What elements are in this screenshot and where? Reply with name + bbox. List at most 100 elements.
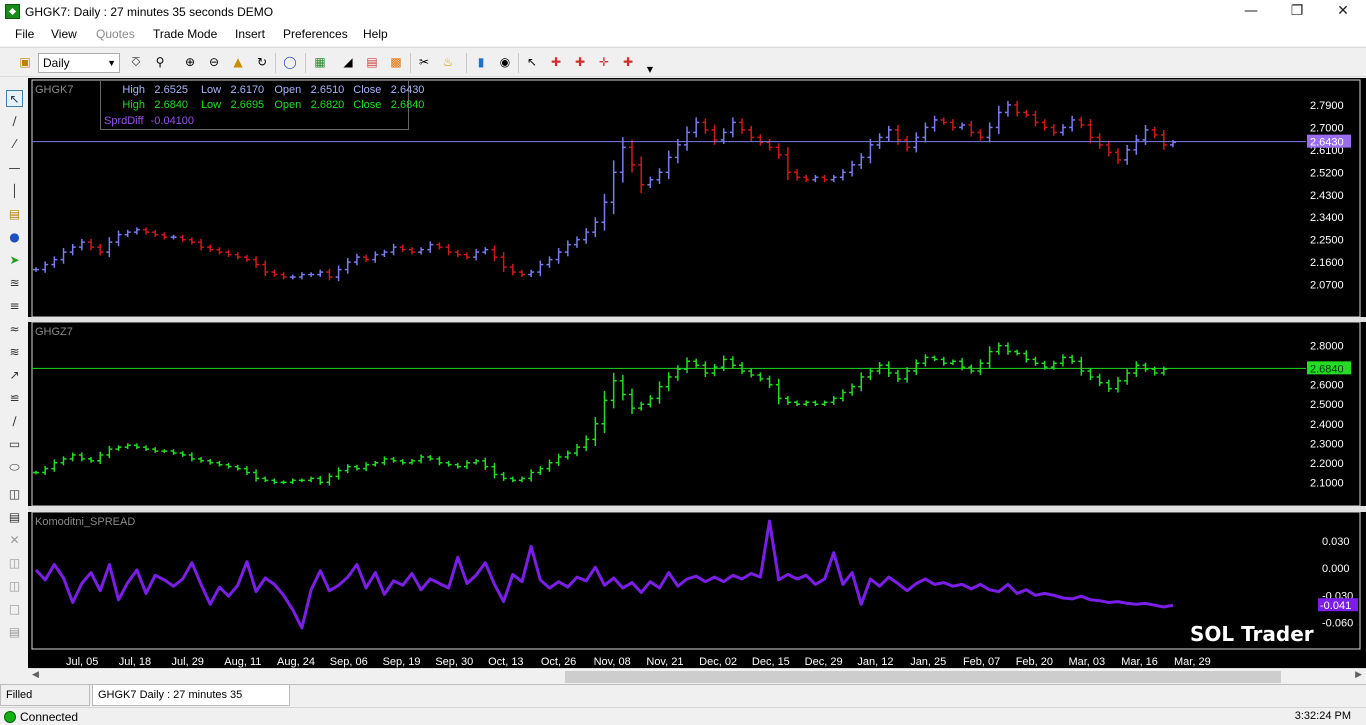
price-info-box: High 2.6525 Low 2.6170 Open 2.6510 Close… (100, 80, 424, 130)
select-tool-icon[interactable]: ↖ (6, 90, 23, 107)
info-open-value: 2.6820 (310, 99, 345, 111)
alert-bell-icon[interactable]: ♨ (440, 54, 456, 70)
properties-icon[interactable]: ▤ (6, 509, 23, 526)
y-tick-label: 2.2500 (1310, 235, 1344, 247)
menu-help[interactable]: Help (363, 27, 388, 41)
color-icon[interactable]: ▤ (364, 54, 380, 70)
menu-quotes[interactable]: Quotes (96, 27, 135, 41)
pointer-icon[interactable]: ↖ (524, 54, 540, 70)
pane-title: Komoditni_SPREAD (35, 516, 135, 528)
restore-button[interactable]: ❐ (1274, 0, 1320, 24)
info-open-label: Open (274, 99, 302, 111)
scrollbar-thumb[interactable] (565, 671, 1281, 683)
note-icon[interactable]: ▤ (6, 206, 23, 223)
y-tick-label: 2.7900 (1310, 100, 1344, 112)
x-tick-label: Sep, 19 (383, 656, 421, 668)
last-price-label: 2.6430 (1310, 137, 1344, 149)
parallel-lines-icon[interactable]: ⁄ (6, 136, 23, 153)
chart-properties-icon[interactable]: ▣ (17, 54, 33, 70)
channel-icon[interactable]: ∕ (6, 413, 23, 430)
rectangle-icon[interactable]: ▭ (6, 436, 23, 453)
last-value-label: -0.041 (1320, 600, 1351, 612)
scroll-left-icon[interactable]: ◀ (32, 670, 39, 680)
x-tick-label: Jan, 12 (857, 656, 893, 668)
comment-icon[interactable]: ● (6, 229, 23, 246)
crosshair-data-icon[interactable]: ✚ (572, 54, 588, 70)
y-tick-label: -0.060 (1322, 617, 1353, 629)
indicator-icon[interactable]: ▦ (312, 54, 328, 70)
delete-icon[interactable]: ✕ (6, 532, 23, 549)
minimize-button[interactable]: — (1228, 0, 1274, 24)
scroll-right-icon[interactable]: ▶ (1355, 670, 1362, 680)
y-tick-label: 0.000 (1322, 563, 1350, 575)
menu-insert[interactable]: Insert (235, 27, 265, 41)
crosshair-arrow-icon[interactable]: ✚ (620, 54, 636, 70)
status-time: 3:32:24 PM (1294, 710, 1351, 722)
chevron-down-icon: ▼ (107, 58, 116, 68)
y-tick-label: 2.0700 (1310, 280, 1344, 292)
crosshair-red-icon[interactable]: ✛ (596, 54, 612, 70)
gann-icon[interactable]: ≌ (6, 390, 23, 407)
menu-file[interactable]: File (15, 27, 34, 41)
select-area-icon[interactable]: □ (6, 601, 23, 618)
fibonacci-fan-icon[interactable]: ≈ (6, 321, 23, 338)
layers-icon[interactable]: ◫ (6, 486, 23, 503)
info-high-label: High (122, 99, 145, 111)
y-tick-label: 2.5200 (1310, 167, 1344, 179)
close-button[interactable]: ✕ (1320, 0, 1366, 24)
connected-icon (4, 711, 16, 723)
y-tick-label: 2.4300 (1310, 190, 1344, 202)
y-tick-label: 2.8000 (1310, 341, 1344, 353)
arrow-right-icon[interactable]: ➤ (6, 252, 23, 269)
y-tick-label: 2.5000 (1310, 399, 1344, 411)
lock-icon[interactable]: ▲ (230, 54, 246, 70)
cursor-sync-icon[interactable]: ◯ (282, 54, 298, 70)
chart-type-icon[interactable]: ⎏ (128, 54, 144, 70)
tab-bar: Filled Orders.All:0 GHGK7 Daily : 27 min… (0, 684, 1366, 721)
toolbar-more-icon[interactable]: ▼ (642, 62, 658, 78)
info-low-value: 2.6170 (230, 84, 265, 96)
pitchfork-icon[interactable]: ≋ (6, 344, 23, 361)
zoom-in-icon[interactable]: ⊕ (182, 54, 198, 70)
tab-filled-orders[interactable]: Filled Orders.All:0 (0, 685, 90, 721)
x-tick-label: Mar, 03 (1068, 656, 1105, 668)
trend-line-icon[interactable]: ∕ (6, 113, 23, 130)
zoom-out-icon[interactable]: ⊖ (206, 54, 222, 70)
refresh-icon[interactable]: ↻ (254, 54, 270, 70)
crosshair-icon[interactable]: ✚ (548, 54, 564, 70)
vertical-line-icon[interactable]: │ (6, 183, 23, 200)
scissors-icon[interactable]: ✂ (416, 54, 432, 70)
chart-canvas[interactable]: GHGK7 GHGZ7 Komoditni_SPREAD 2.7900 2.7000 2.… (28, 78, 1366, 668)
x-tick-label: Dec, 29 (805, 656, 843, 668)
period-select[interactable]: Daily ▼ (38, 53, 120, 73)
lock-drawing-icon[interactable]: ▤ (6, 624, 23, 641)
toolbar-separator (305, 53, 306, 73)
info-row-1: High 2.6525 Low 2.6170 Open 2.6510 Close… (101, 84, 424, 98)
horizontal-scrollbar[interactable]: ◀ ▶ (28, 668, 1366, 684)
menu-view[interactable]: View (51, 27, 77, 41)
info-open-label: Open (274, 84, 302, 96)
ray-icon[interactable]: ↗ (6, 367, 23, 384)
menu-preferences[interactable]: Preferences (283, 27, 348, 41)
arc-icon[interactable]: ≊ (6, 275, 23, 292)
book-icon[interactable]: ▮ (473, 54, 489, 70)
horizontal-line-icon[interactable]: — (6, 160, 23, 177)
title-bar: GHGK7: Daily : 27 minutes 35 seconds DEM… (0, 0, 1366, 24)
eraser-icon[interactable]: ◉ (497, 54, 513, 70)
zoom-icon[interactable]: ⚲ (152, 54, 168, 70)
fibonacci-icon[interactable]: ≡ (6, 298, 23, 315)
copy-icon[interactable]: ◫ (6, 555, 23, 572)
menu-trade-mode[interactable]: Trade Mode (153, 27, 217, 41)
pane-splitter (28, 317, 1366, 322)
tab-chart[interactable]: GHGK7 Daily : 27 minutes 35 seconds (92, 685, 290, 721)
x-tick-label: Jan, 25 (910, 656, 946, 668)
bar-chart-icon[interactable]: ▩ (388, 54, 404, 70)
x-tick-label: Feb, 20 (1016, 656, 1053, 668)
ellipse-icon[interactable]: ⬭ (6, 459, 23, 476)
info-spread-value: -0.04100 (150, 115, 195, 127)
paste-icon[interactable]: ◫ (6, 578, 23, 595)
toolbar-separator (410, 53, 411, 73)
tree-icon[interactable]: ◢ (340, 54, 356, 70)
chart-area[interactable]: GHGK7 GHGZ7 Komoditni_SPREAD 2.7900 2.7000 2.… (28, 78, 1366, 668)
x-tick-label: Jul, 05 (66, 656, 98, 668)
